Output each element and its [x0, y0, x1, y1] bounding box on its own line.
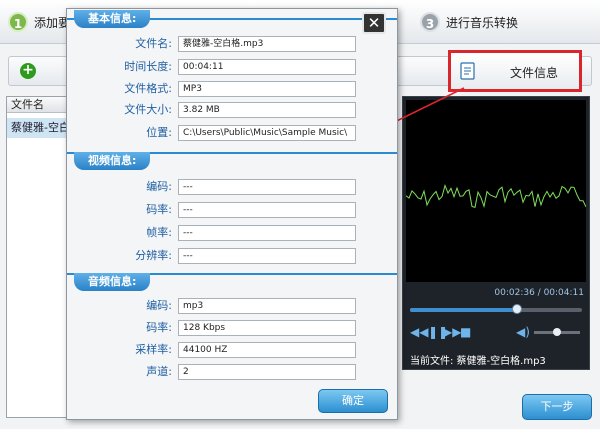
- close-button[interactable]: ✕: [362, 12, 386, 34]
- field-value-video-codec: ---: [178, 179, 356, 195]
- seek-progress: [410, 308, 517, 312]
- field-label-resolution: 分辨率:: [135, 249, 172, 262]
- field-label-format: 文件格式:: [124, 82, 172, 95]
- field-value-channels: 2: [178, 364, 356, 380]
- step-1-badge: 1: [8, 12, 28, 32]
- current-file-label: 当前文件: 蔡健雅-空白格.mp3: [410, 356, 546, 367]
- audio-info-title: 音频信息:: [74, 273, 151, 291]
- field-value-location: C:\Users\Public\Music\Sample Music\: [178, 125, 356, 141]
- field-value-audio-bitrate: 128 Kbps: [178, 320, 356, 336]
- field-label-audio-codec: 编码:: [146, 299, 172, 312]
- volume-handle[interactable]: [553, 328, 561, 336]
- field-label-size: 文件大小:: [124, 103, 172, 116]
- field-label-framerate: 帧率:: [146, 226, 172, 239]
- volume-icon[interactable]: ◀): [516, 325, 530, 339]
- field-value-samplerate: 44100 HZ: [178, 342, 356, 358]
- field-value-size: 3.82 MB: [178, 102, 356, 118]
- field-value-audio-codec: mp3: [178, 298, 356, 314]
- field-value-resolution: ---: [178, 248, 356, 264]
- field-value-framerate: ---: [178, 225, 356, 241]
- field-value-format: MP3: [178, 81, 356, 97]
- field-value-video-bitrate: ---: [178, 202, 356, 218]
- field-label-audio-bitrate: 码率:: [146, 321, 172, 334]
- field-value-filename: 蔡健雅-空白格.mp3: [178, 36, 356, 52]
- add-file-button[interactable]: +: [20, 63, 36, 79]
- document-icon: [460, 62, 475, 80]
- stop-icon[interactable]: ■: [460, 325, 471, 339]
- step-3-badge: 3: [420, 12, 440, 32]
- field-label-video-codec: 编码:: [146, 180, 172, 193]
- field-value-duration: 00:04:11: [178, 59, 356, 75]
- fast-forward-icon[interactable]: ▶▶: [443, 325, 461, 339]
- field-label-duration: 时间长度:: [124, 60, 172, 73]
- field-label-filename: 文件名:: [135, 37, 172, 50]
- basic-info-title: 基本信息:: [74, 10, 151, 28]
- field-label-location: 位置:: [146, 126, 172, 139]
- field-label-channels: 声道:: [146, 365, 172, 378]
- file-info-label: 文件信息: [510, 66, 559, 80]
- rewind-icon[interactable]: ◀◀: [410, 325, 428, 339]
- next-step-button[interactable]: 下一步: [522, 394, 592, 420]
- video-info-title: 视频信息:: [74, 152, 151, 170]
- seek-handle[interactable]: [512, 304, 522, 314]
- step-3-label[interactable]: 进行音乐转换: [446, 13, 518, 33]
- time-readout: 00:02:36 / 00:04:11: [494, 288, 584, 298]
- ok-button[interactable]: 确定: [318, 389, 388, 413]
- field-label-samplerate: 采样率:: [135, 343, 172, 356]
- step-1-label[interactable]: 添加要: [34, 13, 70, 33]
- field-label-video-bitrate: 码率:: [146, 203, 172, 216]
